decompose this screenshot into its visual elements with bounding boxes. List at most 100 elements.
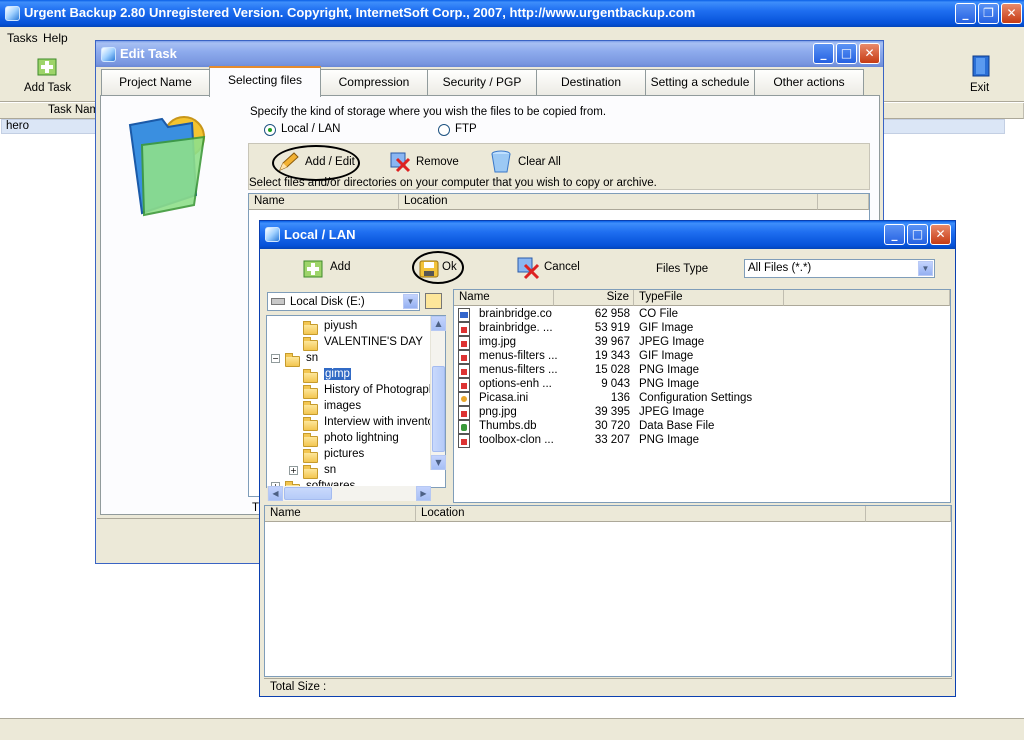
local-lan-title-bar[interactable]: Local / LAN _ □ ✕ [260, 221, 955, 249]
selected-location-column[interactable]: Location [399, 194, 818, 210]
tree-item[interactable]: piyush [267, 319, 432, 335]
tree-item[interactable]: VALENTINE'S DAY [267, 335, 432, 351]
file-type: JPEG Image [639, 406, 705, 418]
file-row[interactable]: img.jpg 39 967 JPEG Image [454, 336, 950, 350]
selection-hint: Select files and/or directories on your … [249, 177, 657, 189]
file-name: brainbridge. ... [479, 322, 553, 334]
image-file-icon [458, 434, 470, 448]
file-name: menus-filters ... [479, 350, 558, 362]
file-row[interactable]: toolbox-clon ... 33 207 PNG Image [454, 434, 950, 448]
drive-dropdown-icon[interactable]: ▼ [403, 294, 418, 309]
tab-security-pgp[interactable]: Security / PGP [427, 69, 537, 95]
ftp-radio-label[interactable]: FTP [455, 123, 477, 135]
file-size: 33 207 [594, 434, 630, 446]
tree-scroll-down[interactable]: ▼ [431, 455, 446, 470]
restore-button[interactable]: ❐ [978, 3, 999, 24]
file-row[interactable]: Thumbs.db 30 720 Data Base File [454, 420, 950, 434]
edit-task-close-button[interactable]: ✕ [859, 43, 880, 64]
chosen-name-column[interactable]: Name [265, 506, 416, 522]
drive-value: Local Disk (E:) [290, 296, 365, 308]
drive-select[interactable]: Local Disk (E:) ▼ [267, 292, 420, 311]
edit-task-maximize-button[interactable]: □ [836, 43, 857, 64]
tree-item[interactable]: History of Photography [267, 383, 441, 399]
tree-item[interactable]: + sn [267, 463, 432, 479]
tree-scroll-thumb[interactable] [432, 366, 445, 452]
add-task-label: Add Task [24, 82, 72, 94]
tree-scroll-up[interactable]: ▲ [431, 316, 446, 331]
file-type: Configuration Settings [639, 392, 753, 404]
tree-scroll-left[interactable]: ◀ [268, 486, 283, 501]
file-row[interactable]: menus-filters ... 15 028 PNG Image [454, 364, 950, 378]
file-row[interactable]: options-enh ... 9 043 PNG Image [454, 378, 950, 392]
file-row[interactable]: menus-filters ... 19 343 GIF Image [454, 350, 950, 364]
minimize-button[interactable]: _ [955, 3, 976, 24]
local-lan-radio-label[interactable]: Local / LAN [281, 123, 340, 135]
tree-item[interactable]: images [267, 399, 432, 415]
add-files-icon [302, 257, 324, 279]
file-type: Data Base File [639, 420, 715, 432]
edit-task-title-bar[interactable]: Edit Task _ □ ✕ [96, 41, 883, 67]
image-file-icon [458, 406, 470, 420]
folder-icon [303, 336, 318, 351]
file-size: 53 919 [594, 322, 630, 334]
file-size-column[interactable]: Size [554, 290, 634, 306]
local-lan-minimize-button[interactable]: _ [884, 224, 905, 245]
tree-scroll-right[interactable]: ▶ [416, 486, 431, 501]
local-lan-close-button[interactable]: ✕ [930, 224, 951, 245]
tree-item[interactable]: − sn [267, 351, 432, 367]
tree-item[interactable]: gimp [267, 367, 432, 383]
add-files-button[interactable]: Add [330, 261, 350, 273]
expand-icon[interactable]: + [289, 466, 298, 475]
main-title-bar[interactable]: Urgent Backup 2.80 Unregistered Version.… [0, 0, 1024, 27]
tab-setting-schedule[interactable]: Setting a schedule [645, 69, 755, 95]
tab-other-actions[interactable]: Other actions [754, 69, 864, 95]
file-type: GIF Image [639, 322, 694, 334]
chosen-items-list[interactable] [264, 505, 952, 677]
tree-horizontal-scrollbar[interactable]: ◀ ▶ [267, 486, 431, 501]
menu-help[interactable]: Help [43, 31, 68, 45]
file-name-column[interactable]: Name [454, 290, 554, 306]
tree-item[interactable]: Interview with inventor [267, 415, 438, 431]
collapse-icon[interactable]: − [271, 354, 280, 363]
file-row[interactable]: brainbridge.co 62 958 CO File [454, 308, 950, 322]
menu-tasks[interactable]: Tasks [7, 31, 38, 45]
tab-selecting-files[interactable]: Selecting files [209, 66, 321, 97]
remove-button[interactable]: Remove [416, 156, 459, 168]
tree-hscroll-thumb[interactable] [284, 487, 332, 500]
tab-project-name[interactable]: Project Name [101, 69, 210, 95]
file-name: Picasa.ini [479, 392, 529, 404]
files-type-select[interactable]: All Files (*.*) ▼ [744, 259, 935, 278]
local-lan-radio[interactable] [264, 124, 276, 136]
clear-all-button[interactable]: Clear All [518, 156, 561, 168]
chosen-location-column[interactable]: Location [416, 506, 866, 522]
files-type-dropdown-icon[interactable]: ▼ [918, 261, 933, 276]
file-row[interactable]: png.jpg 39 395 JPEG Image [454, 406, 950, 420]
folder-icon [303, 400, 318, 415]
close-button[interactable]: ✕ [1001, 3, 1022, 24]
remove-icon [389, 151, 411, 173]
folder-icon [303, 448, 318, 463]
file-row[interactable]: Picasa.ini 136 Configuration Settings [454, 392, 950, 406]
files-type-value: All Files (*.*) [748, 262, 812, 274]
edit-task-icon [101, 47, 116, 62]
edit-task-minimize-button[interactable]: _ [813, 43, 834, 64]
tab-destination[interactable]: Destination [536, 69, 646, 95]
local-lan-maximize-button[interactable]: □ [907, 224, 928, 245]
folder-tree[interactable]: piyush VALENTINE'S DAY − sn gimp History of P… [266, 315, 446, 488]
edit-task-title: Edit Task [120, 46, 177, 61]
tab-compression[interactable]: Compression [320, 69, 428, 95]
file-row[interactable]: brainbridge. ... 53 919 GIF Image [454, 322, 950, 336]
exit-door-icon [972, 55, 990, 77]
cancel-button[interactable]: Cancel [544, 261, 580, 273]
folder-up-icon[interactable] [425, 293, 442, 309]
ftp-radio[interactable] [438, 124, 450, 136]
file-type-column[interactable]: TypeFile [634, 290, 784, 306]
tree-vertical-scrollbar[interactable]: ▲ ▼ [430, 316, 446, 470]
add-task-button[interactable]: Add Task [20, 53, 75, 99]
file-type: GIF Image [639, 350, 694, 362]
selected-name-column[interactable]: Name [249, 194, 399, 210]
tree-item[interactable]: photo lightning [267, 431, 432, 447]
tree-item[interactable]: pictures [267, 447, 432, 463]
exit-button[interactable]: Exit [960, 53, 1005, 99]
annotation-circle-add-edit [272, 145, 360, 181]
